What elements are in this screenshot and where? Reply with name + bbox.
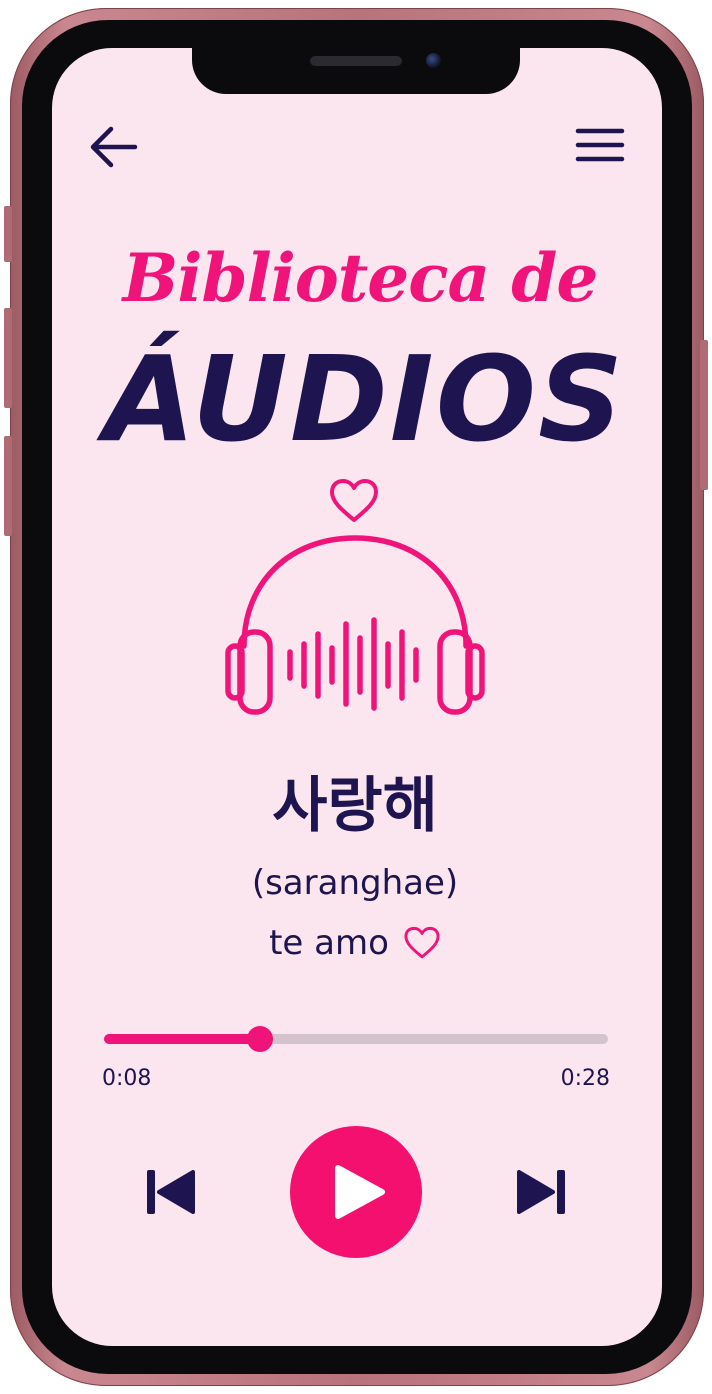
power-button	[700, 340, 708, 490]
headphones-soundwave-icon	[225, 535, 485, 715]
back-button[interactable]	[86, 122, 140, 172]
mute-switch	[4, 206, 12, 262]
previous-button[interactable]	[140, 1162, 200, 1222]
romanization: (saranghae)	[251, 863, 459, 903]
next-button[interactable]	[512, 1162, 572, 1222]
skip-next-icon	[517, 1170, 565, 1214]
progress-fill	[104, 1034, 261, 1044]
hamburger-menu-icon	[575, 128, 625, 162]
front-camera	[426, 53, 441, 68]
heart-outline-icon	[330, 479, 378, 522]
translation-row: te amo	[150, 926, 560, 960]
arrow-left-icon	[90, 126, 138, 168]
earpiece-speaker	[310, 56, 402, 66]
title-line-2: ÁUDIOS	[104, 330, 625, 468]
korean-word: 사랑해	[272, 771, 438, 841]
skip-previous-icon	[147, 1170, 195, 1214]
play-icon	[335, 1165, 385, 1219]
volume-up-button	[4, 308, 12, 408]
menu-button[interactable]	[572, 120, 628, 170]
notch	[192, 48, 520, 94]
heart-outline-icon	[404, 926, 440, 959]
volume-down-button	[4, 436, 12, 536]
total-time: 0:28	[560, 1066, 610, 1091]
current-time: 0:08	[102, 1066, 152, 1091]
translation: te amo	[269, 923, 389, 963]
progress-bar[interactable]	[104, 1026, 608, 1052]
title-line-1: Biblioteca de	[122, 239, 599, 317]
play-button[interactable]	[290, 1126, 422, 1258]
